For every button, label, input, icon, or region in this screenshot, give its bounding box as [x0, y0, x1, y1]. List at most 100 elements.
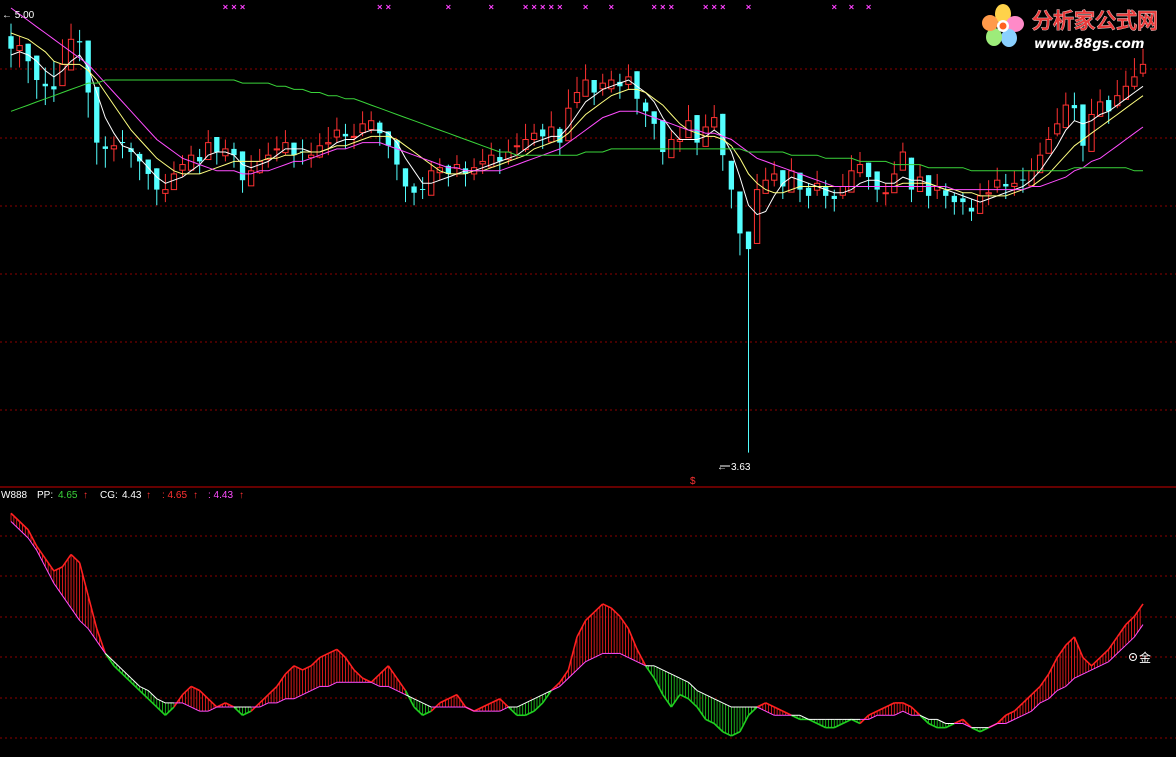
candle-body	[67, 38, 75, 71]
pp-arrow: ↑	[83, 490, 88, 501]
pp-line-segment	[319, 652, 329, 659]
candle-body	[110, 145, 118, 150]
pp-line-segment	[1039, 673, 1050, 687]
cg-line-segment	[302, 690, 312, 696]
extra2-value: : 4.43	[208, 490, 233, 501]
candle-body	[170, 173, 178, 191]
pp-line-segment	[585, 611, 595, 622]
pp-line-segment	[173, 694, 184, 708]
cg-line-segment	[53, 583, 63, 596]
candle-body	[1011, 182, 1018, 187]
pp-line-segment	[396, 677, 407, 691]
candle-body	[916, 176, 924, 192]
pp-line-segment	[1056, 644, 1067, 658]
signal-label: 金	[1139, 650, 1151, 665]
pp-line-segment	[156, 706, 166, 716]
cg-line-segment	[1125, 636, 1135, 646]
pp-line-segment	[722, 731, 732, 737]
pp-line-segment	[1013, 702, 1024, 712]
pp-line-segment	[1005, 710, 1015, 716]
pp-line-segment	[525, 710, 535, 716]
candle-body	[76, 41, 83, 43]
pp-line-segment	[456, 694, 467, 708]
watermark-url: www.88gs.com	[1034, 37, 1144, 52]
candle-body	[1054, 123, 1061, 135]
cg-line-segment	[388, 685, 398, 691]
cg-line-segment	[87, 628, 98, 642]
cg-line-segment	[370, 681, 380, 687]
candle-body	[51, 86, 57, 90]
signal-dot-center	[1132, 656, 1134, 658]
cg-line-segment	[662, 669, 672, 675]
candle-body	[805, 187, 812, 196]
pp-line-segment	[833, 722, 844, 729]
cg-line-segment	[902, 710, 912, 716]
candle-body	[753, 189, 761, 244]
indicator-lines	[10, 512, 1144, 737]
candle-body	[1071, 105, 1078, 109]
candle-body	[1131, 76, 1138, 87]
candle-body	[359, 123, 366, 134]
flower-logo-icon	[982, 4, 1024, 47]
candle-body	[925, 175, 932, 196]
candle-body	[59, 63, 66, 87]
candle-body	[419, 188, 426, 190]
cg-line-segment	[276, 698, 286, 704]
pp-line-segment	[696, 706, 707, 720]
low-annotation-arrow: ←	[717, 462, 727, 473]
pp-line-segment	[910, 706, 921, 716]
pp-line-segment	[705, 718, 715, 725]
candle-body	[530, 132, 538, 141]
cg-line-segment	[130, 677, 140, 687]
main-panel-grid	[0, 68, 1176, 411]
pp-line-segment	[207, 698, 218, 708]
cg-line-segment	[1074, 673, 1084, 679]
cg-line-segment	[1014, 714, 1024, 720]
ma-short-line	[10, 51, 1144, 216]
pp-line-segment	[259, 694, 269, 704]
pp-line-segment	[842, 718, 852, 725]
candlestick-series	[8, 23, 1147, 453]
pp-line-segment	[662, 694, 672, 708]
candle-body	[102, 146, 108, 149]
candle-body	[582, 79, 589, 97]
candle-body	[968, 207, 975, 212]
pp-line-segment	[225, 702, 235, 708]
candle-body	[976, 195, 984, 214]
cg-line-segment	[516, 702, 526, 708]
cg-line-segment	[1065, 677, 1075, 687]
pp-line-segment	[876, 706, 887, 712]
candle-body	[333, 129, 341, 138]
cg-line-segment	[499, 706, 509, 712]
candle-body	[985, 192, 992, 195]
candle-body	[513, 145, 521, 148]
candle-body	[197, 157, 203, 162]
cg-line-segment	[1057, 685, 1067, 691]
pp-line-segment	[1116, 624, 1127, 638]
pp-line-segment	[482, 702, 492, 708]
cg-line-segment	[19, 529, 29, 539]
candle-body	[479, 160, 486, 165]
pp-line-segment	[96, 628, 107, 654]
cg-line-segment	[671, 673, 681, 679]
candle-body	[350, 135, 358, 138]
pp-line-segment	[747, 706, 758, 716]
pp-label: PP:	[37, 490, 53, 501]
pp-line-segment	[404, 690, 415, 708]
candle-body	[951, 195, 957, 203]
cg-line-segment	[756, 706, 766, 712]
signal-marks-row	[223, 4, 871, 10]
pp-line-segment	[1073, 636, 1084, 658]
pp-line-segment	[242, 710, 252, 716]
pp-line-segment	[121, 673, 132, 683]
pp-line-segment	[10, 512, 21, 523]
pp-line-segment	[310, 656, 321, 667]
pp-line-segment	[413, 706, 424, 716]
pp-line-segment	[113, 665, 124, 675]
pp-line-segment	[576, 620, 587, 638]
pp-line-segment	[379, 665, 389, 675]
cg-line-segment	[396, 690, 406, 696]
pp-line-segment	[962, 718, 973, 729]
pp-line-segment	[1022, 694, 1033, 704]
candle-body	[1003, 183, 1009, 187]
